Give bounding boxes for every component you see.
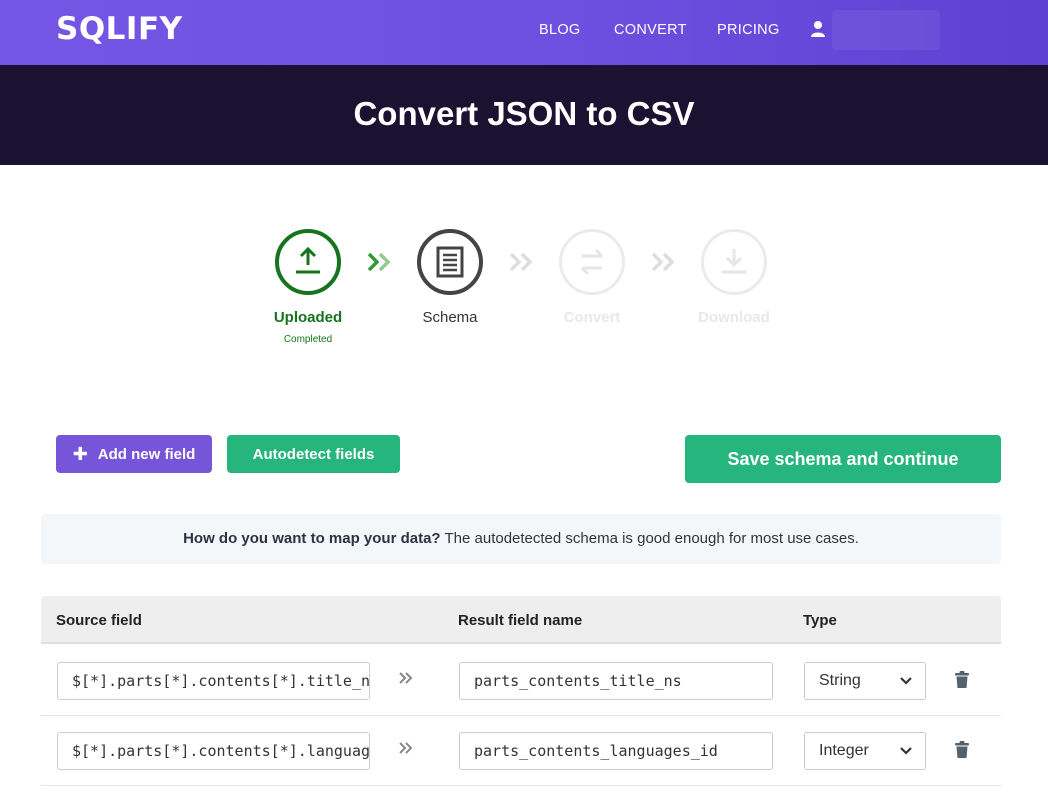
chevron-down-icon (900, 747, 912, 755)
type-select-value: Integer (819, 742, 869, 759)
result-field-input[interactable]: parts_contents_languages_id (459, 732, 773, 770)
chevron-double-right-icon (399, 672, 413, 684)
step-circle (275, 229, 341, 295)
swap-icon (580, 248, 604, 276)
step-circle (559, 229, 625, 295)
user-icon[interactable] (810, 20, 826, 38)
trash-icon[interactable] (954, 741, 970, 759)
download-icon (722, 249, 746, 274)
save-schema-label: Save schema and continue (727, 448, 959, 469)
step-status: Completed (283, 334, 333, 345)
user-account-menu[interactable] (832, 10, 940, 50)
type-select[interactable]: Integer (804, 732, 926, 770)
table-row: $[*].parts[*].contents[*].title_ns parts… (41, 646, 1001, 716)
type-select[interactable]: String (804, 662, 926, 700)
header-source-field: Source field (56, 612, 142, 629)
page-header: Convert JSON to CSV (0, 65, 1048, 165)
step-schema: Schema (400, 229, 500, 326)
logo[interactable]: SQLIFY (56, 11, 183, 47)
source-field-input[interactable]: $[*].parts[*].contents[*].languages_id (57, 732, 370, 770)
nav-link-pricing[interactable]: PRICING (717, 22, 780, 38)
step-convert: Convert (542, 229, 642, 326)
save-schema-button[interactable]: Save schema and continue (685, 435, 1001, 483)
info-question: How do you want to map your data? (183, 530, 441, 547)
trash-icon[interactable] (954, 671, 970, 689)
autodetect-fields-button[interactable]: Autodetect fields (227, 435, 400, 473)
step-label: Uploaded (273, 309, 343, 326)
autodetect-fields-label: Autodetect fields (252, 445, 375, 463)
type-select-value: String (819, 672, 861, 689)
step-circle (701, 229, 767, 295)
chevron-double-right-icon (367, 252, 391, 272)
chevron-double-right-icon (399, 742, 413, 754)
step-circle (417, 229, 483, 295)
add-new-field-button[interactable]: ✚ Add new field (56, 435, 212, 473)
table-row: $[*].parts[*].contents[*].languages_id p… (41, 716, 1001, 786)
step-label: Convert (563, 309, 621, 326)
upload-icon (296, 246, 320, 274)
nav-link-blog[interactable]: BLOG (539, 22, 581, 38)
add-new-field-label: Add new field (97, 445, 196, 463)
schema-table-header: Source field Result field name Type (41, 596, 1001, 644)
step-label: Schema (422, 309, 478, 326)
source-field-input[interactable]: $[*].parts[*].contents[*].title_ns (57, 662, 370, 700)
result-field-input[interactable]: parts_contents_title_ns (459, 662, 773, 700)
document-icon (436, 246, 464, 278)
plus-icon: ✚ (72, 444, 88, 464)
header-result-field: Result field name (458, 612, 583, 629)
step-download: Download (684, 229, 784, 326)
chevron-down-icon (900, 677, 912, 685)
step-uploaded: Uploaded Completed (258, 229, 358, 345)
chevron-double-right-icon (651, 252, 675, 272)
nav-link-convert[interactable]: CONVERT (614, 22, 687, 38)
top-navbar: SQLIFY BLOG CONVERT PRICING (0, 0, 1048, 65)
page-title: Convert JSON to CSV (353, 95, 695, 132)
mapping-info-box: How do you want to map your data? The au… (41, 514, 1001, 564)
info-text: The autodetected schema is good enough f… (440, 530, 859, 547)
header-type: Type (803, 612, 837, 629)
step-label: Download (698, 309, 770, 326)
chevron-double-right-icon (509, 252, 533, 272)
